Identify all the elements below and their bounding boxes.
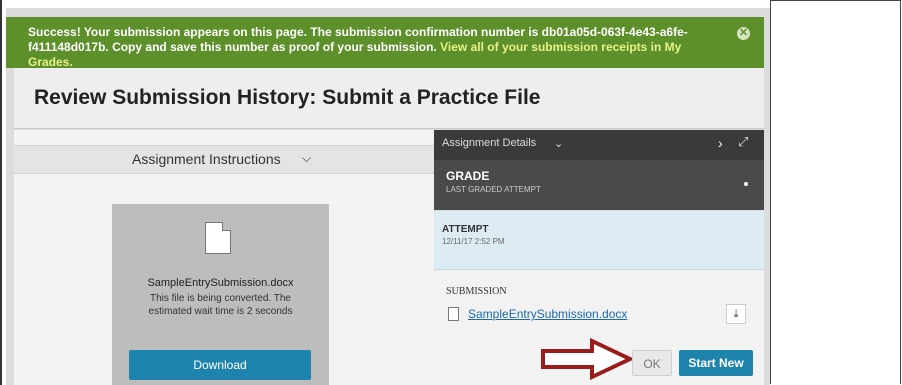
- attempt-section[interactable]: ATTEMPT 12/11/17 2:52 PM: [434, 211, 764, 270]
- conversion-message: This file is being converted. The estima…: [148, 293, 293, 317]
- chevron-right-icon[interactable]: ›: [718, 135, 723, 151]
- file-preview: SampleEntrySubmission.docx This file is …: [112, 204, 329, 385]
- grade-subtitle: LAST GRADED ATTEMPT: [446, 185, 541, 194]
- download-icon[interactable]: ⤓: [726, 304, 746, 324]
- download-button[interactable]: Download: [129, 350, 311, 380]
- success-banner: Success! Your submission appears on this…: [6, 17, 764, 69]
- arrow-icon: [541, 337, 635, 381]
- preview-filename: SampleEntrySubmission.docx: [147, 277, 294, 289]
- expand-icon[interactable]: ⤢: [738, 134, 748, 150]
- assignment-details-label: Assignment Details: [442, 137, 537, 149]
- close-icon[interactable]: ✕: [737, 27, 750, 40]
- instructions-column: Assignment Instructions ⌵ SampleEntrySub…: [14, 130, 434, 385]
- document-icon: [205, 222, 231, 254]
- attempt-date: 12/11/17 2:52 PM: [442, 237, 505, 246]
- frame-border-right: [770, 0, 901, 384]
- title-bar: Review Submission History: Submit a Prac…: [14, 68, 764, 129]
- submission-title: SUBMISSION: [446, 286, 507, 297]
- instructions-toggle[interactable]: Assignment Instructions ⌵: [14, 145, 434, 174]
- assignment-details-header[interactable]: Assignment Details ⌄ › ⤢: [434, 130, 764, 160]
- grade-value-dot: [744, 182, 748, 186]
- page-title: Review Submission History: Submit a Prac…: [34, 86, 541, 109]
- start-new-button[interactable]: Start New: [679, 350, 753, 376]
- grade-section: GRADE LAST GRADED ATTEMPT: [434, 160, 764, 210]
- document-icon: [448, 307, 459, 321]
- grade-title: GRADE: [446, 169, 490, 183]
- instructions-label: Assignment Instructions: [132, 151, 281, 167]
- frame-border-left: [0, 0, 2, 385]
- attempt-title: ATTEMPT: [442, 224, 489, 235]
- chevron-down-icon: ⌄: [554, 138, 564, 150]
- submission-file-link[interactable]: SampleEntrySubmission.docx: [468, 307, 627, 321]
- ok-button[interactable]: OK: [632, 350, 672, 376]
- chevron-down-icon: ⌵: [302, 151, 312, 165]
